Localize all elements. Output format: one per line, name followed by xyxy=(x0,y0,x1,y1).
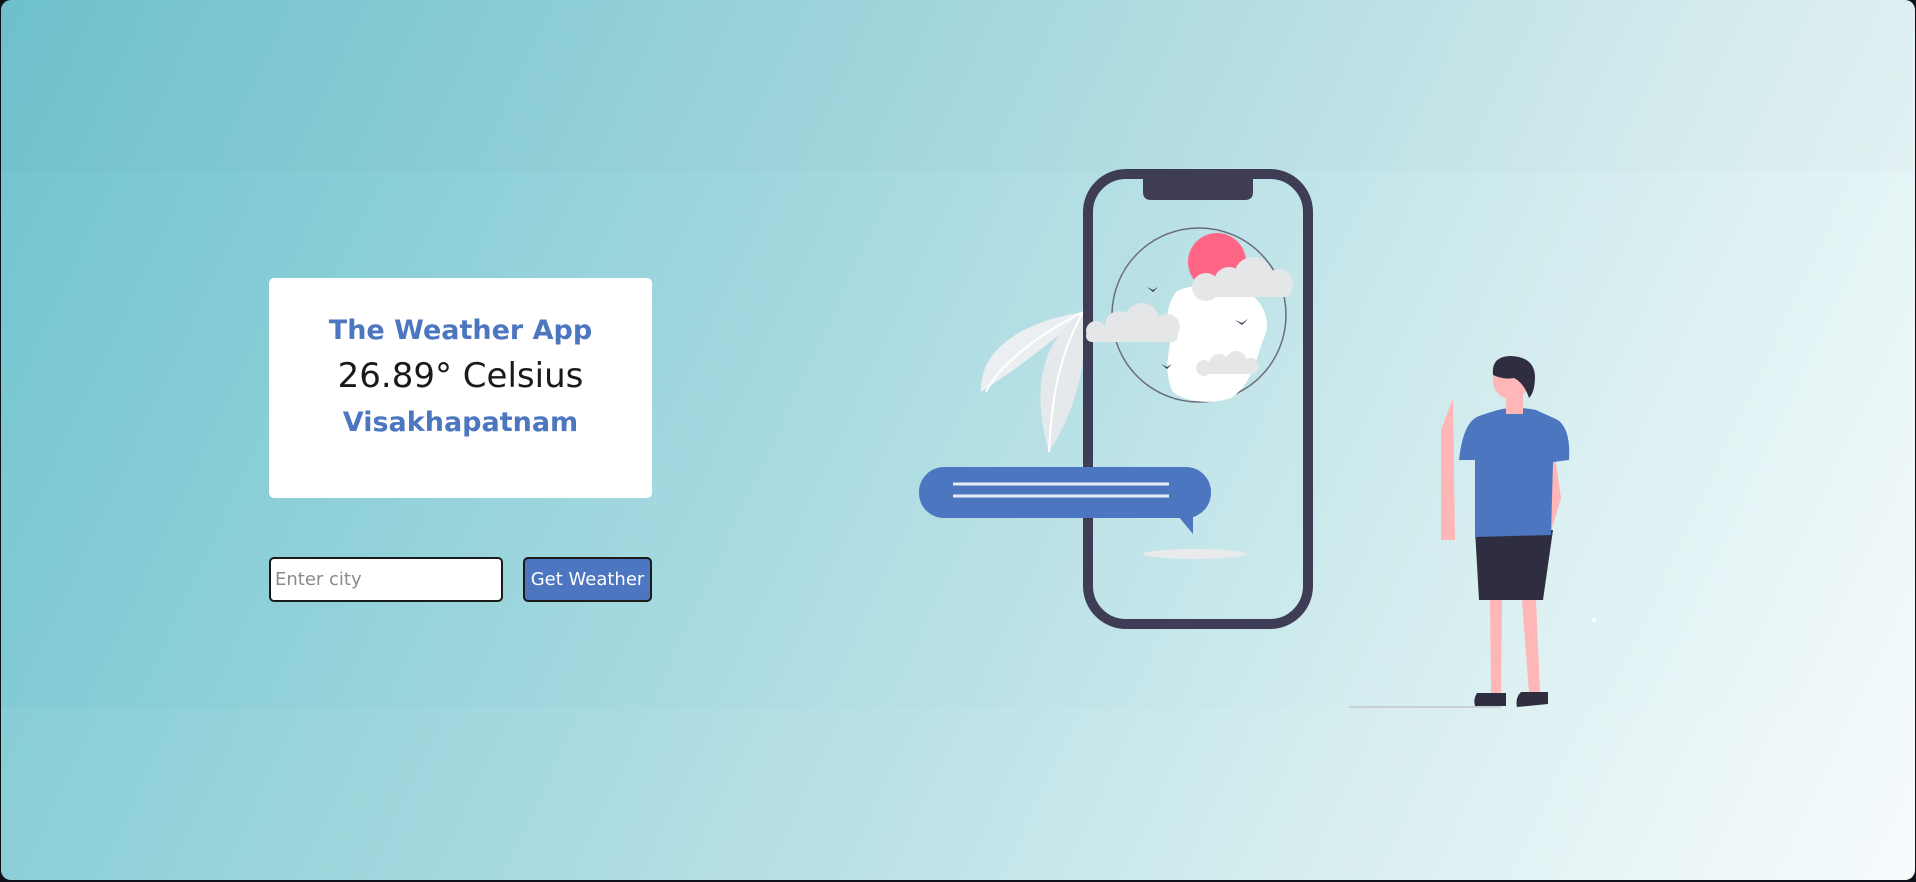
person-illustration xyxy=(1441,356,1596,707)
leaf-illustration xyxy=(980,311,1085,453)
sky-circle xyxy=(1086,227,1293,403)
app-background: The Weather App 26.89° Celsius Visakhapa… xyxy=(1,0,1915,880)
weather-illustration xyxy=(919,169,1596,708)
chat-bubble-illustration xyxy=(919,467,1211,534)
